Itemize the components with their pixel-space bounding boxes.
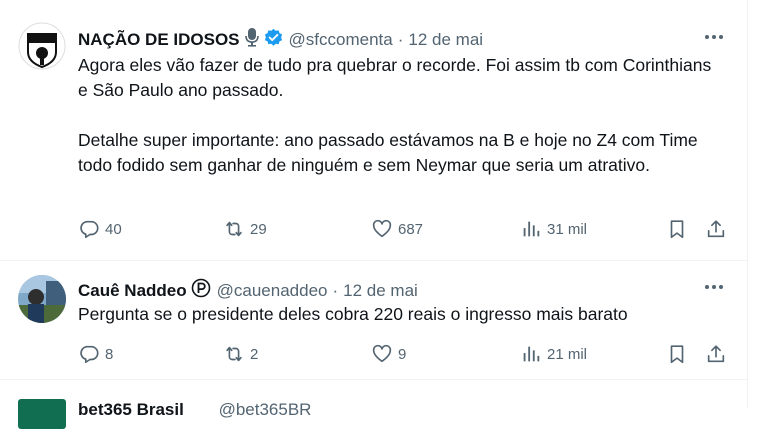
tweet-text: Pergunta se o presidente deles cobra 220… bbox=[78, 304, 628, 324]
author-handle[interactable]: @sfccomenta bbox=[289, 30, 393, 50]
verified-badge-icon bbox=[264, 28, 283, 52]
like-button[interactable]: 687 bbox=[371, 218, 423, 240]
views-count: 31 mil bbox=[547, 220, 588, 238]
tweet-actions: 40 29 687 31 mil bbox=[78, 218, 730, 242]
tweet-date[interactable]: 12 de mai bbox=[343, 281, 418, 301]
retweet-button[interactable]: 29 bbox=[223, 218, 267, 240]
heart-icon bbox=[372, 344, 392, 363]
bookmark-button[interactable] bbox=[666, 343, 688, 365]
tweet[interactable]: bet365 Brasil @bet365BR bbox=[0, 380, 747, 429]
reply-button[interactable]: 40 bbox=[78, 218, 122, 240]
tweet[interactable]: Cauê Naddeo @cauenaddeo · 12 de mai Perg… bbox=[0, 261, 747, 380]
bookmark-button[interactable] bbox=[666, 218, 688, 240]
reply-button[interactable]: 8 bbox=[78, 343, 113, 365]
views-button[interactable]: 31 mil bbox=[520, 218, 587, 240]
bookmark-icon bbox=[670, 345, 684, 364]
tweet-date[interactable]: 12 de mai bbox=[408, 30, 483, 50]
views-icon bbox=[523, 346, 540, 362]
avatar[interactable] bbox=[18, 399, 66, 429]
avatar[interactable] bbox=[18, 22, 66, 70]
author-handle[interactable]: @bet365BR bbox=[219, 400, 312, 419]
separator-dot: · bbox=[332, 280, 339, 300]
tweet-header: bet365 Brasil @bet365BR bbox=[78, 400, 311, 420]
bookmark-icon bbox=[670, 220, 684, 239]
views-count: 21 mil bbox=[547, 345, 588, 363]
avatar[interactable] bbox=[18, 275, 66, 323]
retweet-icon bbox=[226, 221, 242, 237]
author-name[interactable]: NAÇÃO DE IDOSOS bbox=[78, 30, 240, 50]
retweet-button[interactable]: 2 bbox=[223, 343, 258, 365]
separator-dot: · bbox=[397, 29, 404, 49]
reply-count: 40 bbox=[105, 220, 122, 238]
views-button[interactable]: 21 mil bbox=[520, 343, 587, 365]
views-icon bbox=[523, 221, 540, 237]
heart-icon bbox=[372, 219, 392, 238]
like-count: 9 bbox=[398, 345, 407, 363]
more-options-icon[interactable] bbox=[703, 27, 725, 47]
microphone-icon bbox=[244, 27, 260, 52]
share-button[interactable] bbox=[705, 218, 727, 240]
like-button[interactable]: 9 bbox=[371, 343, 406, 365]
retweet-count: 29 bbox=[250, 220, 267, 238]
tweet-header: Cauê Naddeo @cauenaddeo · 12 de mai bbox=[78, 278, 418, 303]
reply-icon bbox=[80, 345, 99, 364]
share-icon bbox=[707, 345, 725, 363]
retweet-count: 2 bbox=[250, 345, 259, 363]
share-button[interactable] bbox=[705, 343, 727, 365]
tweet[interactable]: NAÇÃO DE IDOSOS @sfccomenta · 12 de mai … bbox=[0, 8, 747, 261]
more-options-icon[interactable] bbox=[703, 277, 725, 297]
author-name[interactable]: bet365 Brasil bbox=[78, 400, 184, 419]
timeline: NAÇÃO DE IDOSOS @sfccomenta · 12 de mai … bbox=[0, 0, 748, 429]
like-count: 687 bbox=[398, 220, 424, 238]
author-name[interactable]: Cauê Naddeo bbox=[78, 281, 187, 301]
tweet-text: Agora eles vão fazer de tudo pra quebrar… bbox=[78, 55, 712, 175]
share-icon bbox=[707, 220, 725, 238]
retweet-icon bbox=[226, 346, 242, 362]
reply-count: 8 bbox=[105, 345, 114, 363]
reply-icon bbox=[80, 220, 99, 239]
author-handle[interactable]: @cauenaddeo bbox=[217, 281, 328, 301]
tweet-actions: 8 2 9 21 mil bbox=[78, 343, 730, 367]
p-circle-icon bbox=[191, 278, 211, 303]
tweet-header: NAÇÃO DE IDOSOS @sfccomenta · 12 de mai bbox=[78, 27, 483, 52]
